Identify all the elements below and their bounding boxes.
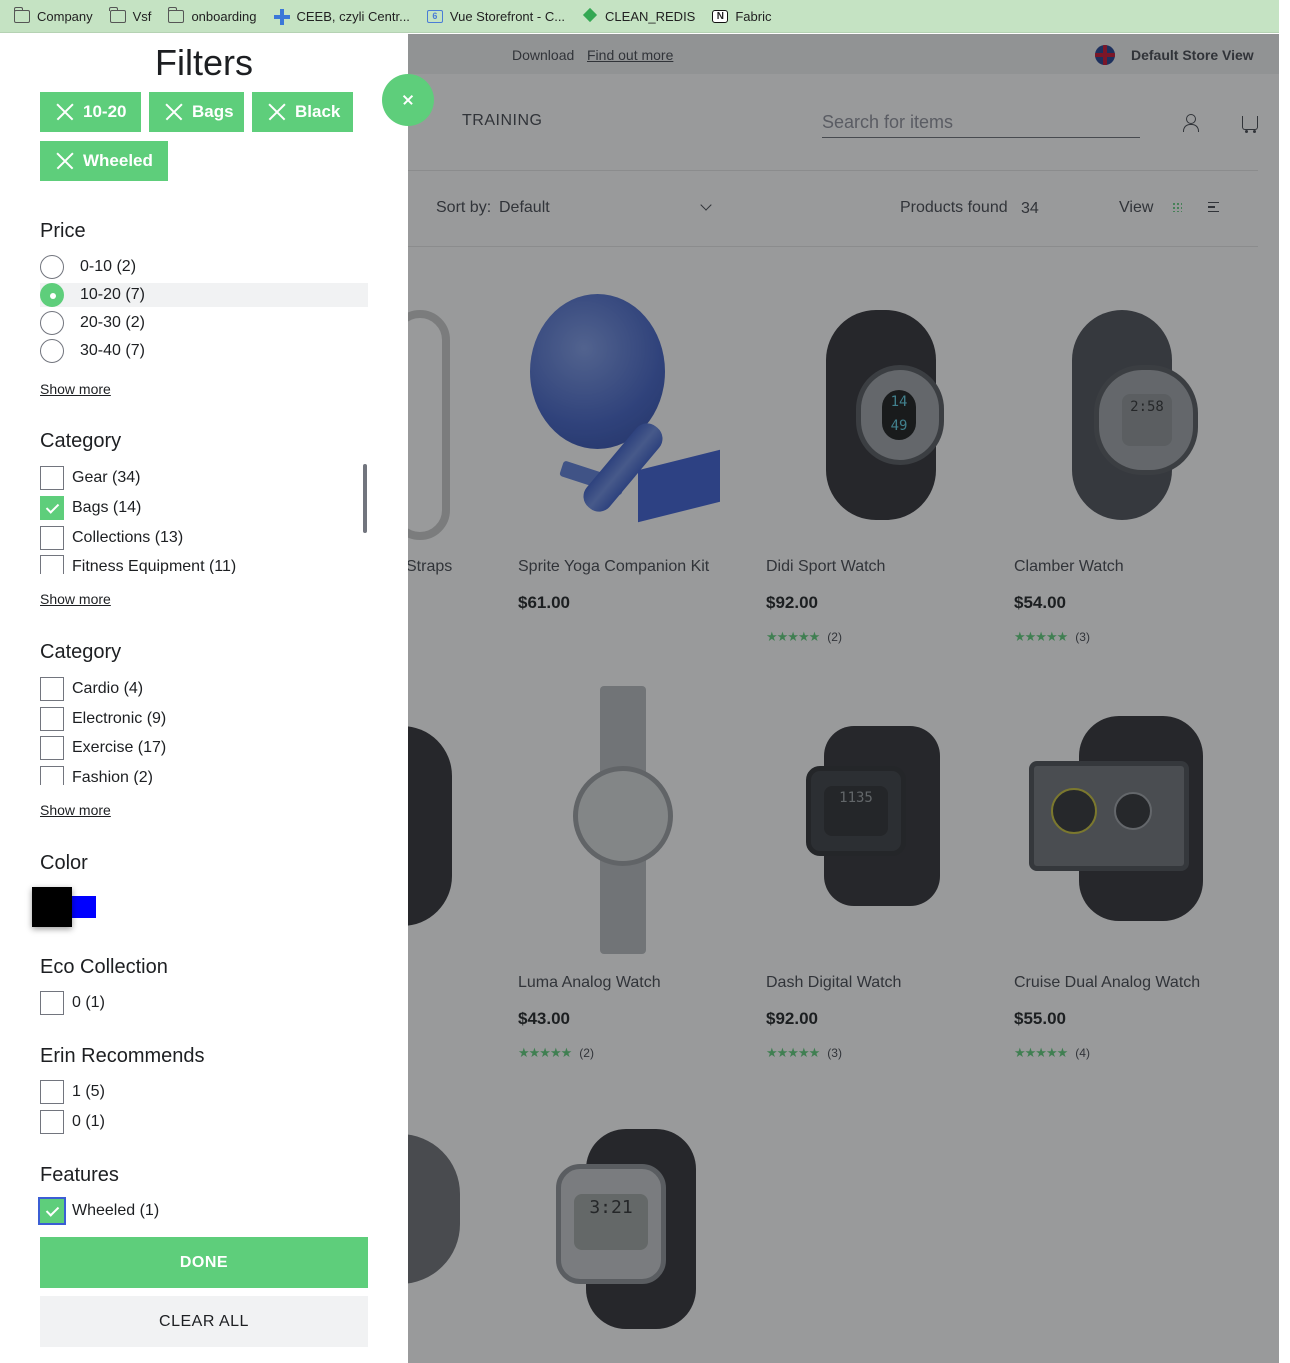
erin-recommends-heading: Erin Recommends <box>40 1045 205 1067</box>
plus-icon <box>273 8 290 25</box>
bookmark-company[interactable]: Company <box>13 6 93 24</box>
folder-icon <box>13 6 30 23</box>
category-option[interactable]: Exercise (17) <box>40 736 166 760</box>
checkbox[interactable] <box>40 1110 64 1134</box>
active-filter-chip[interactable]: 10-20 <box>40 92 141 132</box>
close-icon <box>56 103 74 121</box>
checkbox[interactable] <box>40 466 64 490</box>
bookmark-onboarding[interactable]: onboarding <box>168 6 257 24</box>
radio-button[interactable] <box>40 255 64 279</box>
close-icon <box>268 103 286 121</box>
checkbox[interactable] <box>40 496 64 520</box>
calendar-icon: 6 <box>426 9 443 23</box>
bookmark-clean-redis[interactable]: CLEAN_REDIS <box>582 9 695 24</box>
category-option[interactable]: Fashion (2) <box>40 766 153 785</box>
category-list[interactable]: Gear (34) Bags (14) Collections (13) Fit… <box>0 464 408 574</box>
checkbox[interactable] <box>40 677 64 701</box>
bookmark-ceeb[interactable]: CEEB, czyli Centr... <box>273 8 410 25</box>
checkbox[interactable] <box>40 555 64 574</box>
checkbox[interactable] <box>38 1197 66 1225</box>
bookmark-vue-storefront[interactable]: 6 Vue Storefront - C... <box>426 9 565 24</box>
bookmark-vsf[interactable]: Vsf <box>109 6 151 24</box>
notion-icon: N <box>712 9 729 23</box>
done-button[interactable]: DONE <box>40 1237 368 1288</box>
color-heading: Color <box>40 852 88 874</box>
scrollbar[interactable] <box>363 464 367 533</box>
category-option[interactable]: Electronic (9) <box>40 707 166 731</box>
close-icon <box>165 103 183 121</box>
price-option[interactable]: 10-20 (7) <box>40 283 145 307</box>
color-swatch-black[interactable] <box>32 887 72 927</box>
price-option[interactable]: 30-40 (7) <box>40 339 145 363</box>
category-list[interactable]: Cardio (4) Electronic (9) Exercise (17) … <box>0 675 408 785</box>
category-option[interactable]: Cardio (4) <box>40 677 143 701</box>
checkbox[interactable] <box>40 526 64 550</box>
radio-button[interactable] <box>40 311 64 335</box>
clear-all-button[interactable]: CLEAR ALL <box>40 1296 368 1347</box>
price-option[interactable]: 20-30 (2) <box>40 311 145 335</box>
close-icon <box>56 152 74 170</box>
category-option[interactable]: Fitness Equipment (11) <box>40 555 236 574</box>
erin-option[interactable]: 0 (1) <box>40 1110 105 1134</box>
price-option[interactable]: 0-10 (2) <box>40 255 136 279</box>
erin-option[interactable]: 1 (5) <box>40 1080 105 1104</box>
price-heading: Price <box>40 220 86 242</box>
color-swatch-blue[interactable] <box>72 896 96 918</box>
category-option[interactable]: Collections (13) <box>40 526 183 550</box>
checkbox[interactable] <box>40 1080 64 1104</box>
features-option[interactable]: Wheeled (1) <box>38 1197 159 1225</box>
folder-icon <box>168 6 185 23</box>
folder-icon <box>109 6 126 23</box>
category-option[interactable]: Bags (14) <box>40 496 141 520</box>
filters-sidebar: Filters 10-20 Bags Black Wheeled Price 0… <box>0 34 408 1363</box>
radio-button[interactable] <box>40 339 64 363</box>
features-heading: Features <box>40 1164 119 1186</box>
active-filter-chip[interactable]: Wheeled <box>40 141 168 181</box>
close-filters-button[interactable] <box>382 74 434 126</box>
radio-button[interactable] <box>40 283 64 307</box>
category-heading: Category <box>40 430 122 452</box>
show-more-link[interactable]: Show more <box>40 381 111 397</box>
bookmark-fabric[interactable]: N Fabric <box>712 9 771 24</box>
bookmarks-bar: Company Vsf onboarding CEEB, czyli Centr… <box>0 0 1279 33</box>
checkbox[interactable] <box>40 707 64 731</box>
diamond-icon <box>582 10 598 23</box>
category-heading: Category <box>40 641 122 663</box>
eco-collection-heading: Eco Collection <box>40 956 168 978</box>
checkbox[interactable] <box>40 991 64 1015</box>
category-option[interactable]: Gear (34) <box>40 466 140 490</box>
window-edge <box>1279 0 1290 1363</box>
checkbox[interactable] <box>40 766 64 785</box>
show-more-link[interactable]: Show more <box>40 802 111 818</box>
active-filter-chip[interactable]: Black <box>252 92 353 132</box>
checkbox[interactable] <box>40 736 64 760</box>
active-filter-chip[interactable]: Bags <box>149 92 244 132</box>
filters-title: Filters <box>155 42 253 83</box>
eco-option[interactable]: 0 (1) <box>40 991 105 1015</box>
show-more-link[interactable]: Show more <box>40 591 111 607</box>
